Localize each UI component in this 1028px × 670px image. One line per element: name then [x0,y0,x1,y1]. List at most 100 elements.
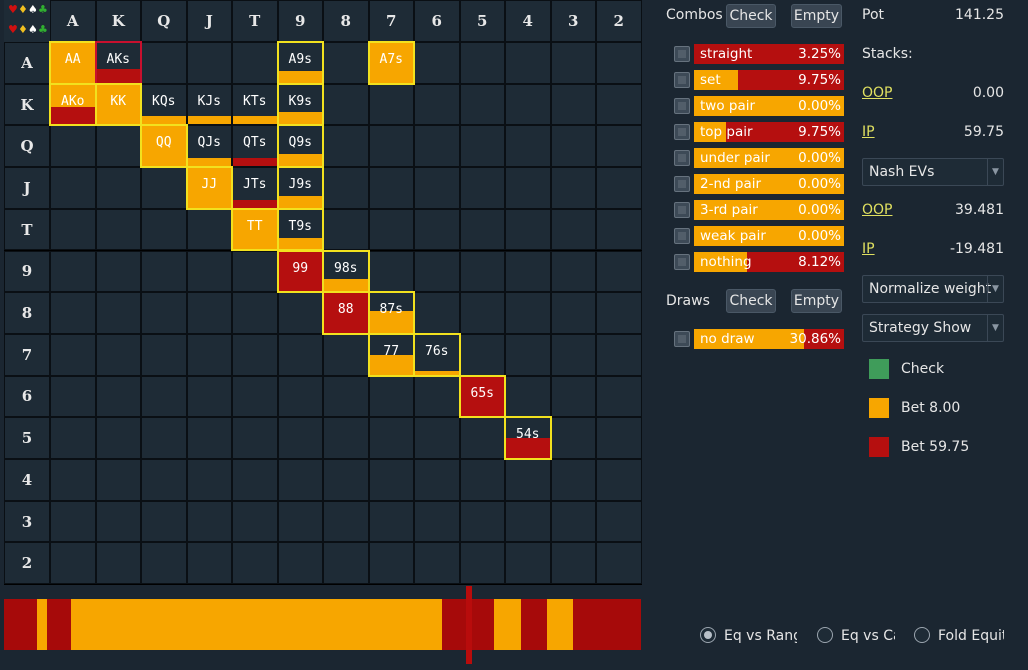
category-checkbox[interactable] [674,98,690,114]
empty-cell[interactable] [550,417,596,459]
category-bar-weak-pair[interactable]: weak pair 0.00% [694,226,844,246]
empty-cell[interactable] [596,459,642,501]
empty-cell[interactable] [459,292,505,334]
empty-cell[interactable] [232,292,278,334]
empty-cell[interactable] [277,459,323,501]
empty-cell[interactable] [550,167,596,209]
empty-cell[interactable] [459,417,505,459]
empty-cell[interactable] [95,208,141,251]
empty-cell[interactable] [550,375,596,418]
category-bar-no-draw[interactable]: no draw 30.86% [694,329,844,349]
hand-cell-AKs[interactable]: AKs [94,41,142,85]
empty-cell[interactable] [323,167,369,209]
empty-cell[interactable] [414,83,460,126]
stack-ip-link[interactable]: IP [862,124,875,140]
hand-cell-QJs[interactable]: QJs [186,125,232,168]
empty-cell[interactable] [459,500,505,543]
empty-cell[interactable] [232,542,278,585]
radio-eq-vs-ca[interactable] [817,627,833,643]
hand-cell-77[interactable]: 77 [367,332,415,377]
empty-cell[interactable] [323,500,369,543]
empty-cell[interactable] [596,542,642,585]
empty-cell[interactable] [550,542,596,585]
empty-cell[interactable] [186,500,232,543]
empty-cell[interactable] [141,417,187,459]
empty-cell[interactable] [277,417,323,459]
ev-oop-link[interactable]: OOP [862,202,892,218]
hand-cell-KQs[interactable]: KQs [141,83,187,126]
empty-cell[interactable] [459,167,505,209]
hand-cell-T9s[interactable]: T9s [276,207,324,252]
empty-cell[interactable] [596,333,642,376]
empty-cell[interactable] [505,542,551,585]
empty-cell[interactable] [505,500,551,543]
draws-check-button[interactable]: Check [726,289,776,313]
empty-cell[interactable] [368,500,414,543]
empty-cell[interactable] [505,375,551,418]
empty-cell[interactable] [95,250,141,293]
combos-empty-button[interactable]: Empty [791,4,842,28]
empty-cell[interactable] [414,167,460,209]
ev-type-select[interactable]: Nash EVs ▼ [862,158,1004,186]
ev-ip-link[interactable]: IP [862,241,875,257]
empty-cell[interactable] [505,333,551,376]
hand-cell-54s[interactable]: 54s [504,416,552,460]
empty-cell[interactable] [414,375,460,418]
empty-cell[interactable] [232,42,278,84]
category-checkbox[interactable] [674,124,690,140]
empty-cell[interactable] [596,42,642,84]
empty-cell[interactable] [141,375,187,418]
empty-cell[interactable] [186,375,232,418]
empty-cell[interactable] [414,542,460,585]
hand-cell-K9s[interactable]: K9s [276,82,324,127]
category-bar-under-pair[interactable]: under pair 0.00% [694,148,844,168]
hand-cell-AA[interactable]: AA [49,41,97,85]
empty-cell[interactable] [505,459,551,501]
empty-cell[interactable] [550,208,596,251]
empty-cell[interactable] [186,542,232,585]
radio-eq-vs-range[interactable] [700,627,716,643]
empty-cell[interactable] [323,83,369,126]
hand-cell-A7s[interactable]: A7s [367,41,415,85]
empty-cell[interactable] [414,125,460,168]
empty-cell[interactable] [95,500,141,543]
category-checkbox[interactable] [674,72,690,88]
empty-cell[interactable] [277,542,323,585]
draws-empty-button[interactable]: Empty [791,289,842,313]
empty-cell[interactable] [550,333,596,376]
empty-cell[interactable] [505,167,551,209]
empty-cell[interactable] [186,459,232,501]
empty-cell[interactable] [50,375,96,418]
empty-cell[interactable] [459,125,505,168]
hand-cell-AKo[interactable]: AKo [49,82,97,127]
empty-cell[interactable] [323,333,369,376]
empty-cell[interactable] [550,292,596,334]
strategy-show-select[interactable]: Strategy Show ▼ [862,314,1004,342]
empty-cell[interactable] [550,42,596,84]
empty-cell[interactable] [368,250,414,293]
empty-cell[interactable] [550,500,596,543]
empty-cell[interactable] [505,292,551,334]
empty-cell[interactable] [50,167,96,209]
empty-cell[interactable] [95,125,141,168]
empty-cell[interactable] [459,208,505,251]
category-bar-2-nd-pair[interactable]: 2-nd pair 0.00% [694,174,844,194]
empty-cell[interactable] [232,250,278,293]
empty-cell[interactable] [186,333,232,376]
empty-cell[interactable] [414,417,460,459]
empty-cell[interactable] [596,167,642,209]
empty-cell[interactable] [277,292,323,334]
empty-cell[interactable] [277,333,323,376]
hand-cell-65s[interactable]: 65s [458,374,506,419]
category-bar-set[interactable]: set 9.75% [694,70,844,90]
category-checkbox[interactable] [674,228,690,244]
empty-cell[interactable] [323,42,369,84]
empty-cell[interactable] [95,292,141,334]
empty-cell[interactable] [232,459,278,501]
category-bar-top-pair[interactable]: top pair 9.75% [694,122,844,142]
empty-cell[interactable] [141,208,187,251]
empty-cell[interactable] [50,459,96,501]
category-checkbox[interactable] [674,46,690,62]
empty-cell[interactable] [186,417,232,459]
empty-cell[interactable] [186,42,232,84]
